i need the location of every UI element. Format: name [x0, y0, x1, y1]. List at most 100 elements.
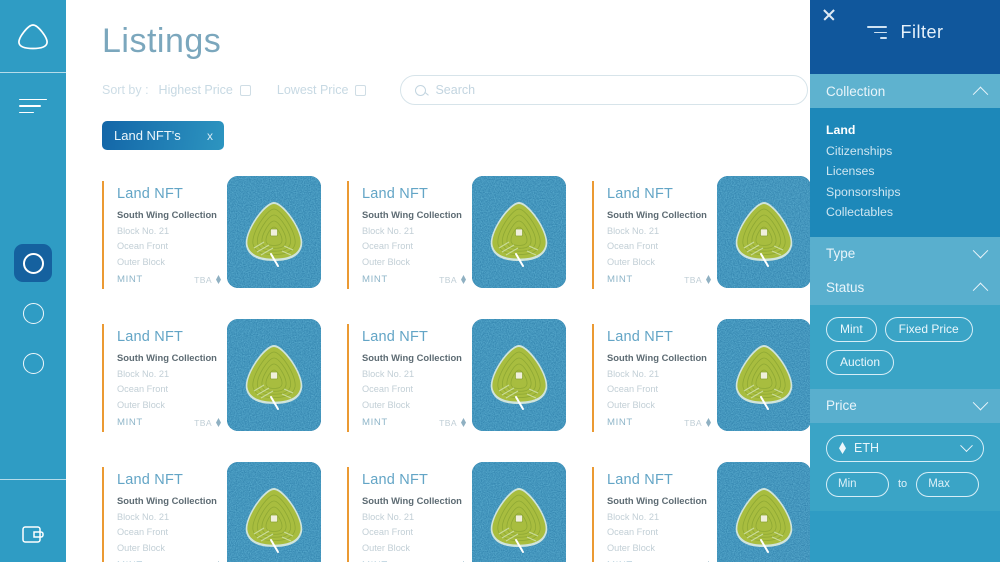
chevron-down-icon[interactable]	[960, 438, 973, 452]
filter-section-status-header[interactable]: Status	[810, 270, 1000, 305]
listing-card[interactable]: Land NFT South Wing Collection Block No. 2…	[102, 462, 338, 562]
card-info: Land NFT South Wing Collection Block No. 2…	[349, 176, 467, 294]
app-logo[interactable]	[0, 0, 66, 72]
card-price-value: TBA	[194, 274, 212, 285]
listing-card[interactable]: Land NFT South Wing Collection Block No. 2…	[347, 176, 583, 294]
listing-card[interactable]: Land NFT South Wing Collection Block No. 2…	[592, 176, 828, 294]
card-detail-line: Ocean Front	[117, 384, 169, 394]
card-price: TBA	[194, 275, 221, 285]
card-status: MINT	[607, 274, 633, 285]
status-pill-mint[interactable]: Mint	[826, 316, 877, 342]
island-map-thumbnail	[717, 176, 811, 288]
card-status: MINT	[117, 417, 143, 428]
chevron-up-icon[interactable]	[972, 86, 989, 102]
price-range-row: Min to Max	[826, 471, 984, 497]
card-thumbnail[interactable]	[227, 176, 321, 288]
card-detail-line: Outer Block	[362, 399, 410, 410]
card-thumbnail[interactable]	[472, 176, 566, 288]
search-box[interactable]: Search	[400, 75, 809, 105]
card-title: Land NFT	[117, 472, 184, 488]
card-thumbnail[interactable]	[472, 319, 566, 431]
card-title: Land NFT	[362, 472, 429, 488]
card-info: Land NFT South Wing Collection Block No. 2…	[104, 462, 222, 562]
card-thumbnail[interactable]	[472, 462, 566, 562]
nav-item-3[interactable]	[14, 344, 52, 382]
card-detail-line: Outer Block	[117, 399, 165, 410]
card-collection: South Wing Collection	[607, 209, 707, 220]
listing-card[interactable]: Land NFT South Wing Collection Block No. 2…	[592, 462, 828, 562]
listing-card[interactable]: Land NFT South Wing Collection Block No. 2…	[592, 319, 828, 437]
card-thumbnail[interactable]	[227, 462, 321, 562]
chevron-down-icon[interactable]	[972, 242, 989, 259]
card-price: TBA	[439, 418, 466, 428]
filter-section-collection-header[interactable]: Collection	[810, 74, 1000, 108]
card-info: Land NFT South Wing Collection Block No. 2…	[104, 319, 222, 437]
card-detail-line: Block No. 21	[607, 368, 660, 379]
status-pill-auction[interactable]: Auction	[826, 349, 895, 375]
collection-option-licenses[interactable]: Licenses	[826, 161, 984, 182]
card-detail-line: Outer Block	[362, 542, 410, 553]
nav-item-1[interactable]	[14, 244, 52, 282]
card-collection: South Wing Collection	[362, 495, 462, 506]
listing-card[interactable]: Land NFT South Wing Collection Block No. 2…	[347, 319, 583, 437]
card-thumbnail[interactable]	[717, 462, 811, 562]
card-info: Land NFT South Wing Collection Block No. 2…	[594, 319, 712, 437]
section-title: Collection	[826, 83, 886, 99]
checkbox-highest-price[interactable]	[239, 84, 251, 96]
rail-footer	[0, 479, 66, 562]
wallet-button[interactable]	[0, 508, 66, 562]
island-map-thumbnail	[227, 176, 321, 288]
checkbox-lowest-price[interactable]	[355, 84, 367, 96]
collection-option-sponsorships[interactable]: Sponsorships	[826, 182, 984, 203]
card-thumbnail[interactable]	[717, 176, 811, 288]
card-info: Land NFT South Wing Collection Block No. 2…	[104, 176, 222, 294]
listing-card[interactable]: Land NFT South Wing Collection Block No. 2…	[102, 176, 338, 294]
collection-option-land[interactable]: Land	[826, 120, 984, 141]
card-footer: MINT TBA	[117, 417, 221, 428]
menu-button[interactable]	[0, 73, 66, 139]
card-footer: MINT TBA	[607, 417, 711, 428]
card-detail-line: Block No. 21	[117, 368, 170, 379]
card-footer: MINT TBA	[607, 274, 711, 285]
close-icon[interactable]	[822, 8, 836, 22]
filter-section-type-header[interactable]: Type	[810, 236, 1000, 271]
price-max-input[interactable]: Max	[916, 471, 980, 497]
card-detail-line: Ocean Front	[362, 527, 414, 537]
card-thumbnail[interactable]	[227, 319, 321, 431]
eth-diamond-icon	[216, 275, 221, 284]
card-detail-line: Outer Block	[607, 542, 655, 553]
status-pill-fixed-price[interactable]: Fixed Price	[884, 316, 973, 342]
card-price-value: TBA	[439, 274, 457, 285]
card-thumbnail[interactable]	[717, 319, 811, 431]
island-map-thumbnail	[717, 319, 811, 431]
app-root: Listings Sort by : Highest Price Lowest …	[0, 0, 1000, 562]
card-info: Land NFT South Wing Collection Block No. 2…	[594, 176, 712, 294]
card-collection: South Wing Collection	[607, 352, 707, 363]
sort-option-lowest-price[interactable]: Lowest Price	[277, 83, 367, 97]
listing-card[interactable]: Land NFT South Wing Collection Block No. 2…	[347, 462, 583, 562]
filter-section-price-header[interactable]: Price	[810, 388, 1000, 423]
collection-option-citizenships[interactable]: Citizenships	[826, 141, 984, 162]
chip-label: Land NFT's	[114, 128, 181, 143]
search-input[interactable]: Search	[435, 83, 475, 97]
card-collection: South Wing Collection	[117, 352, 217, 363]
card-detail-line: Outer Block	[117, 256, 165, 267]
card-price: TBA	[439, 275, 466, 285]
currency-select[interactable]: ETH	[826, 434, 984, 462]
active-filter-chip[interactable]: Land NFT's x	[102, 121, 224, 150]
sort-option-highest-price[interactable]: Highest Price	[159, 83, 251, 97]
card-price-value: TBA	[194, 417, 212, 428]
section-title: Price	[826, 398, 857, 413]
card-detail-line: Ocean Front	[607, 527, 659, 537]
listing-card[interactable]: Land NFT South Wing Collection Block No. 2…	[102, 319, 338, 437]
chevron-down-icon[interactable]	[972, 394, 989, 411]
rounded-triangle-logo-icon	[18, 24, 48, 50]
nav-item-2[interactable]	[14, 294, 52, 332]
card-footer: MINT TBA	[362, 417, 466, 428]
price-min-input[interactable]: Min	[826, 471, 889, 497]
collection-option-collectables[interactable]: Collectables	[826, 202, 984, 223]
card-title: Land NFT	[362, 186, 429, 202]
chip-close-icon[interactable]: x	[207, 129, 213, 143]
card-detail-line: Block No. 21	[362, 368, 415, 379]
chevron-up-icon[interactable]	[972, 282, 989, 299]
